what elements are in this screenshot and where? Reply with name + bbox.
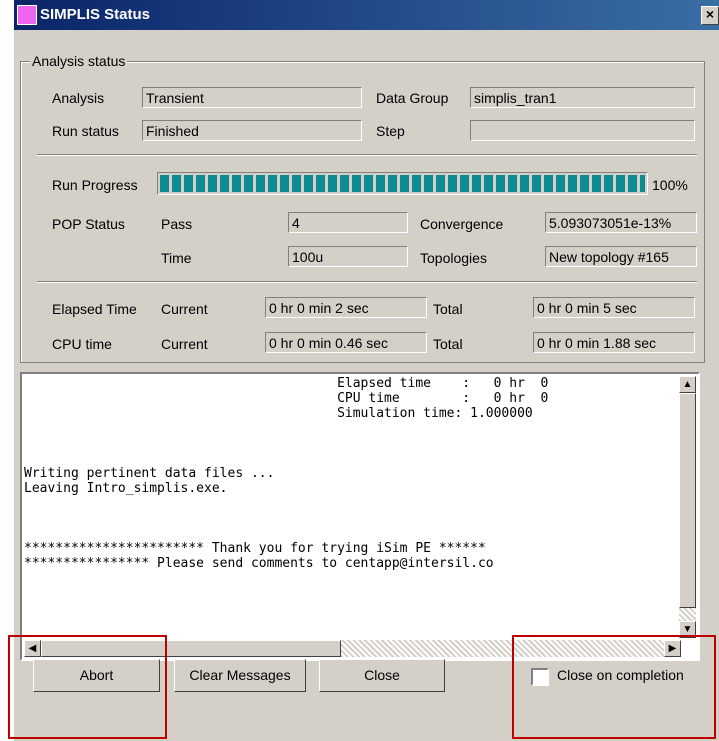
cpu-current-label: Current [161, 336, 208, 352]
vertical-scroll-thumb[interactable] [679, 393, 696, 608]
cpu-total-field: 0 hr 0 min 1.88 sec [533, 332, 695, 353]
pop-status-label: POP Status [52, 216, 125, 232]
console-output: Elapsed time : 0 hr 0 CPU time : 0 hr 0 … [24, 376, 549, 571]
cpu-current-field: 0 hr 0 min 0.46 sec [265, 332, 427, 353]
elapsed-current-label: Current [161, 301, 208, 317]
title-bar: SIMPLIS Status × [14, 0, 719, 30]
time-field: 100u [288, 246, 408, 267]
topologies-field: New topology #165 [545, 246, 697, 267]
analysis-status-legend: Analysis status [30, 53, 128, 69]
data-group-field: simplis_tran1 [470, 87, 695, 108]
cpu-total-label: Total [433, 336, 463, 352]
step-label: Step [376, 123, 405, 139]
convergence-label: Convergence [420, 216, 504, 232]
run-status-label: Run status [52, 123, 119, 139]
analysis-field: Transient [142, 87, 362, 108]
time-label: Time [161, 250, 192, 266]
elapsed-total-label: Total [433, 301, 463, 317]
run-progress-percent: 100% [652, 177, 688, 193]
highlight-box-abort [8, 635, 167, 739]
run-progress-fill [160, 175, 645, 192]
run-progress-bar [157, 172, 648, 195]
topologies-label: Topologies [420, 250, 487, 266]
close-window-button[interactable]: × [701, 6, 719, 25]
run-progress-label: Run Progress [52, 177, 138, 193]
message-console[interactable]: Elapsed time : 0 hr 0 CPU time : 0 hr 0 … [20, 372, 700, 661]
elapsed-total-field: 0 hr 0 min 5 sec [533, 297, 695, 318]
pass-field: 4 [288, 212, 408, 233]
vertical-scrollbar[interactable]: ▲ ▼ [679, 376, 696, 638]
close-button[interactable]: Close [319, 659, 445, 692]
run-status-field: Finished [142, 120, 362, 141]
analysis-label: Analysis [52, 90, 105, 106]
step-field [470, 120, 695, 141]
elapsed-current-field: 0 hr 0 min 2 sec [265, 297, 427, 318]
clear-messages-button[interactable]: Clear Messages [174, 659, 306, 692]
separator [37, 281, 697, 283]
scroll-up-icon[interactable]: ▲ [679, 376, 696, 393]
highlight-box-close-on-completion [512, 635, 716, 739]
pass-label: Pass [161, 216, 193, 232]
window-title: SIMPLIS Status [40, 6, 151, 23]
app-icon [17, 5, 37, 25]
separator [37, 154, 697, 156]
data-group-label: Data Group [376, 90, 449, 106]
convergence-field: 5.093073051e-13% [545, 212, 697, 233]
cpu-time-label: CPU time [52, 336, 112, 352]
elapsed-time-label: Elapsed Time [52, 301, 137, 317]
